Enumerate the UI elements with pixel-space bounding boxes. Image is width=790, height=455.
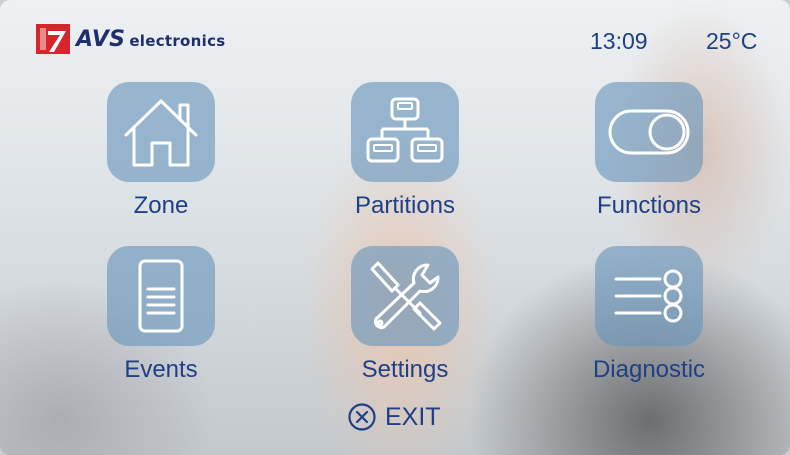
exit-button[interactable]: EXIT xyxy=(347,402,441,432)
settings-label: Settings xyxy=(361,356,449,383)
zone-label: Zone xyxy=(133,192,189,219)
diagnostic-button[interactable]: Diagnostic xyxy=(584,246,714,386)
close-circle-icon xyxy=(348,403,376,431)
house-icon xyxy=(124,99,198,167)
zone-icon-box xyxy=(107,82,215,182)
settings-button[interactable]: Settings xyxy=(340,246,470,386)
exit-label: EXIT xyxy=(385,402,441,431)
settings-icon-box xyxy=(351,246,459,346)
document-list-icon xyxy=(138,259,184,333)
diagnostic-icon-box xyxy=(595,246,703,346)
toggle-switch-icon xyxy=(608,109,690,155)
diagnostic-label: Diagnostic xyxy=(592,356,706,383)
events-button[interactable]: Events xyxy=(96,246,226,386)
partitions-icon-box xyxy=(351,82,459,182)
home-screen: AVS electronics 13:09 25°C Zone Partitio… xyxy=(0,0,790,455)
partitions-button[interactable]: Partitions xyxy=(340,82,470,222)
hierarchy-icon xyxy=(366,97,444,163)
partitions-label: Partitions xyxy=(354,192,456,219)
brand-name: AVS electronics xyxy=(76,26,226,52)
clock-display: 13:09 xyxy=(590,28,648,54)
wrench-screwdriver-icon xyxy=(370,261,442,331)
temperature-display: 25°C xyxy=(706,28,758,54)
functions-label: Functions xyxy=(596,192,702,219)
zone-button[interactable]: Zone xyxy=(96,82,226,222)
list-circles-icon xyxy=(614,269,683,323)
events-label: Events xyxy=(124,356,198,383)
functions-button[interactable]: Functions xyxy=(584,82,714,222)
brand-logo: AVS electronics xyxy=(36,22,226,56)
events-icon-box xyxy=(107,246,215,346)
functions-icon-box xyxy=(595,82,703,182)
avs-logo-icon xyxy=(36,24,70,54)
